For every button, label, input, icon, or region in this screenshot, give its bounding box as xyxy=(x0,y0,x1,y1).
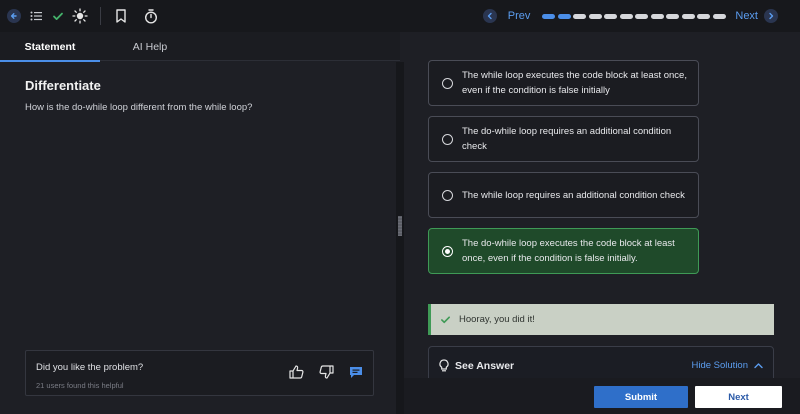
check-icon xyxy=(50,8,66,24)
comment-icon[interactable] xyxy=(349,366,363,379)
tab-bar: Statement AI Help xyxy=(0,32,400,62)
tab-label: AI Help xyxy=(132,40,168,53)
option-text: The do-while loop requires an additional… xyxy=(462,126,672,152)
progress-segment-completed[interactable] xyxy=(542,13,556,19)
hide-solution-toggle[interactable]: Hide Solution xyxy=(691,360,763,371)
tab-ai-help[interactable]: AI Help xyxy=(100,32,200,61)
lightbulb-icon xyxy=(439,359,449,372)
pane-divider[interactable] xyxy=(396,62,404,414)
see-answer-header: See Answer xyxy=(439,359,514,372)
hide-solution-label: Hide Solution xyxy=(691,360,748,371)
top-bar: Prev Next xyxy=(0,0,800,32)
radio-dot xyxy=(445,248,450,254)
progress-segment[interactable] xyxy=(697,13,711,19)
chevron-right-icon xyxy=(764,9,778,23)
radio-button[interactable] xyxy=(442,189,453,201)
option-text: The while loop requires an additional co… xyxy=(462,189,685,201)
check-icon xyxy=(440,314,451,325)
statement-pane: Differentiate How is the do-while loop d… xyxy=(0,62,396,414)
next-button[interactable]: Next xyxy=(695,386,782,408)
progress-segment[interactable] xyxy=(635,13,649,19)
progress-segment[interactable] xyxy=(681,13,695,19)
chevron-up-icon xyxy=(754,362,763,369)
feedback-question: Did you like the problem? xyxy=(36,362,144,373)
option-2[interactable]: The do-while loop requires an additional… xyxy=(428,116,699,162)
prev-label: Prev xyxy=(507,10,531,22)
radio-button[interactable] xyxy=(442,133,453,145)
option-text: The do-while loop executes the code bloc… xyxy=(462,238,675,264)
progress-segment[interactable] xyxy=(712,13,726,19)
back-arrow-icon[interactable] xyxy=(6,8,22,24)
question-navigation: Prev Next xyxy=(482,0,778,32)
progress-segment[interactable] xyxy=(650,13,664,19)
see-answer-title: See Answer xyxy=(455,359,515,372)
progress-segment[interactable] xyxy=(604,13,618,19)
success-message: Hooray, you did it! xyxy=(459,314,535,325)
stopwatch-icon[interactable] xyxy=(143,8,159,24)
problem-title: Differentiate xyxy=(25,78,101,93)
option-1[interactable]: The while loop executes the code block a… xyxy=(428,60,699,106)
option-4[interactable]: The do-while loop executes the code bloc… xyxy=(428,228,699,274)
progress-segment[interactable] xyxy=(619,13,633,19)
progress-bar xyxy=(542,13,728,19)
feedback-box: Did you like the problem? 21 users found… xyxy=(25,350,374,396)
bookmark-icon[interactable] xyxy=(113,8,129,24)
next-label: Next xyxy=(735,10,758,22)
toolbar-separator xyxy=(100,7,101,25)
progress-segment[interactable] xyxy=(588,13,602,19)
thumbs-up-icon[interactable] xyxy=(289,365,304,379)
radio-button-selected[interactable] xyxy=(442,245,453,257)
option-text: The while loop executes the code block a… xyxy=(462,70,687,96)
option-3[interactable]: The while loop requires an additional co… xyxy=(428,172,699,218)
chevron-left-icon xyxy=(482,9,497,23)
tab-label: Statement xyxy=(24,40,76,53)
answer-pane: The while loop executes the code block a… xyxy=(404,32,800,378)
progress-segment-completed[interactable] xyxy=(557,13,571,19)
see-answer-panel[interactable]: See Answer Hide Solution xyxy=(428,346,774,378)
prev-button[interactable]: Prev xyxy=(482,9,531,23)
tab-statement[interactable]: Statement xyxy=(0,32,100,62)
thumbs-down-icon[interactable] xyxy=(319,365,334,379)
next-nav-button[interactable]: Next xyxy=(735,9,778,23)
submit-button[interactable]: Submit xyxy=(594,386,688,408)
progress-segment[interactable] xyxy=(666,13,680,19)
feedback-actions xyxy=(274,365,363,379)
feedback-helpful-count: 21 users found this helpful xyxy=(36,381,124,390)
radio-button[interactable] xyxy=(442,77,453,89)
success-alert: Hooray, you did it! xyxy=(428,304,774,335)
problem-question: How is the do-while loop different from … xyxy=(25,102,253,113)
sun-icon[interactable] xyxy=(72,8,88,24)
toolbar-left xyxy=(0,0,165,32)
drag-handle-icon[interactable] xyxy=(398,216,402,236)
action-bar: Submit Next xyxy=(404,378,800,414)
progress-segment[interactable] xyxy=(573,13,587,19)
list-icon[interactable] xyxy=(28,8,44,24)
